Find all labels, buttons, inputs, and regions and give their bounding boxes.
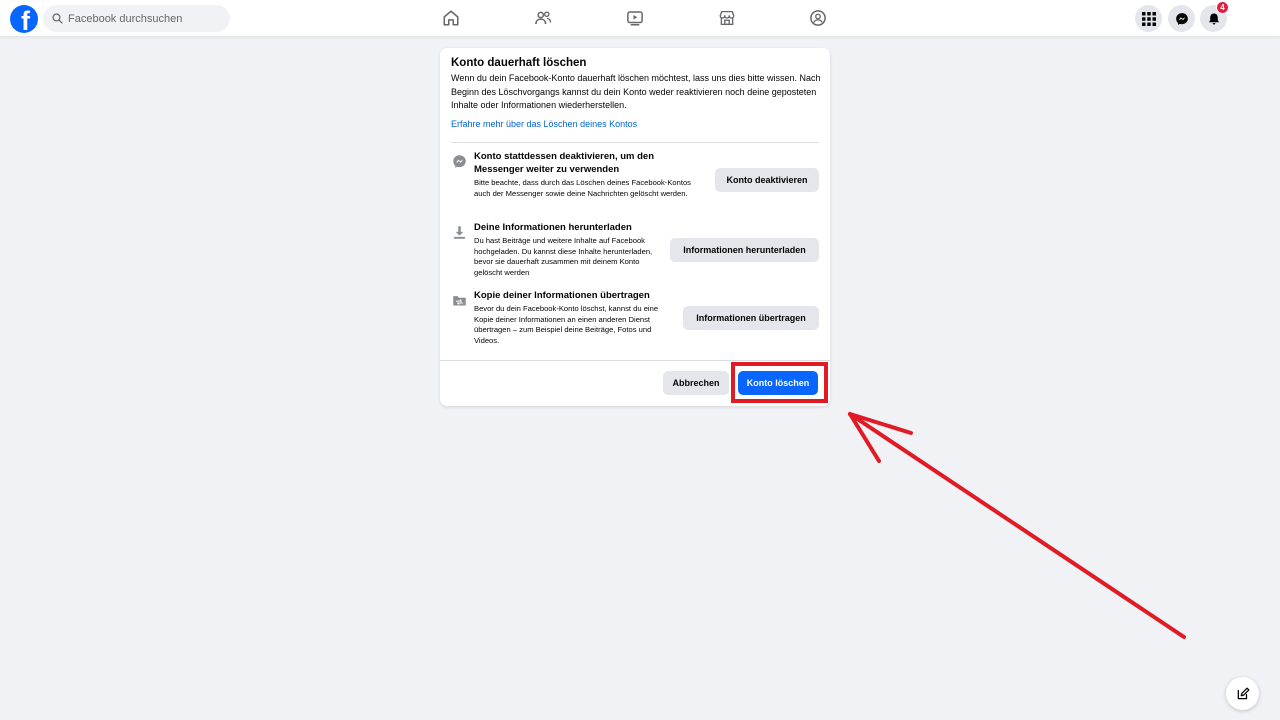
download-option-description: Du hast Beiträge und weitere Inhalte auf… bbox=[474, 236, 653, 277]
footer-divider bbox=[440, 360, 830, 361]
search-box[interactable] bbox=[43, 5, 230, 32]
compose-icon bbox=[1237, 687, 1249, 699]
transfer-option-title: Kopie deiner Informationen übertragen bbox=[474, 290, 650, 301]
deactivate-account-button[interactable]: Konto deaktivieren bbox=[715, 168, 819, 192]
divider bbox=[451, 142, 819, 143]
download-information-button[interactable]: Informationen herunterladen bbox=[670, 238, 819, 262]
friends-icon[interactable] bbox=[533, 8, 553, 28]
annotation-highlight-box bbox=[731, 362, 828, 403]
learn-more-link[interactable]: Erfahre mehr über das Löschen deines Kon… bbox=[451, 119, 637, 129]
dialog-description: Wenn du dein Facebook-Konto dauerhaft lö… bbox=[451, 73, 821, 110]
download-icon bbox=[451, 224, 467, 240]
transfer-icon bbox=[451, 292, 467, 308]
notification-badge: 4 bbox=[1216, 1, 1229, 14]
facebook-logo[interactable]: f bbox=[10, 5, 38, 33]
messenger-icon bbox=[451, 153, 467, 169]
deactivate-option-title: Konto stattdessen deaktivieren, um den M… bbox=[474, 151, 655, 175]
dialog-title: Konto dauerhaft löschen bbox=[451, 57, 587, 69]
video-icon[interactable] bbox=[625, 8, 645, 28]
messenger-icon[interactable] bbox=[1168, 5, 1195, 32]
transfer-information-button[interactable]: Informationen übertragen bbox=[683, 306, 819, 330]
download-option-title: Deine Informationen herunterladen bbox=[474, 222, 632, 233]
search-icon bbox=[52, 13, 63, 24]
top-navigation-bar: f 4 bbox=[0, 0, 1280, 37]
delete-account-dialog: Konto dauerhaft löschen Wenn du dein Fac… bbox=[440, 48, 830, 406]
transfer-option-description: Bevor du dein Facebook-Konto löschst, ka… bbox=[474, 304, 659, 345]
menu-grid-icon[interactable] bbox=[1135, 5, 1162, 32]
home-icon[interactable] bbox=[441, 8, 461, 28]
groups-icon[interactable] bbox=[808, 8, 828, 28]
deactivate-option-description: Bitte beachte, dass durch das Löschen de… bbox=[474, 178, 691, 198]
cancel-button[interactable]: Abbrechen bbox=[663, 371, 729, 395]
new-message-button[interactable] bbox=[1226, 677, 1259, 710]
marketplace-icon[interactable] bbox=[717, 8, 737, 28]
search-input[interactable] bbox=[68, 12, 218, 25]
